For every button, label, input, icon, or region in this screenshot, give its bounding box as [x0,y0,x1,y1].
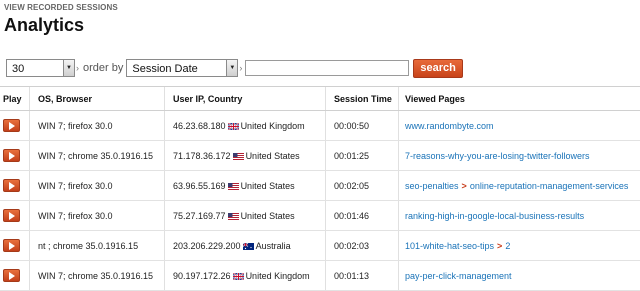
play-button[interactable] [3,119,20,132]
country-name: United States [245,150,300,161]
play-cell [0,230,30,261]
chevron-right-icon: › [239,63,243,73]
search-button[interactable]: search [413,58,463,78]
table-row[interactable]: WIN 7; chrome 35.0.1916.15 90.197.172.26… [0,260,640,291]
session-time-cell: 00:01:13 [325,260,399,291]
breadcrumb[interactable]: VIEW RECORDED SESSIONS [4,3,118,12]
order-by-select[interactable]: Session Date ▼ [126,59,239,77]
viewed-page-link[interactable]: www.randombyte.com [405,121,494,131]
column-header-viewed-pages: Viewed Pages [398,86,640,111]
search-input[interactable] [245,60,410,76]
table-header-row: Play OS, Browser User IP, Country Sessio… [0,86,640,111]
country-name: Australia [255,240,291,251]
user-ip-cell: 63.96.55.169 United States [164,170,326,201]
viewed-page-link[interactable]: 7-reasons-why-you-are-losing-twitter-fol… [405,151,590,161]
table-row[interactable]: WIN 7; firefox 30.0 46.23.68.180 United K… [0,110,640,141]
table-row[interactable]: nt ; chrome 35.0.1916.15 203.206.229.200… [0,230,640,261]
column-header-play: Play [0,86,30,111]
order-by-label: order by [83,62,124,74]
table-row[interactable]: WIN 7; firefox 30.0 63.96.55.169 United S… [0,170,640,201]
column-header-user-ip: User IP, Country [164,86,326,111]
ip-address: 71.178.36.172 [173,150,231,161]
user-ip-cell: 203.206.229.200 Australia [164,230,326,261]
us-flag-icon [227,182,239,190]
os-browser-cell: WIN 7; firefox 30.0 [29,170,165,201]
table-row[interactable]: WIN 7; chrome 35.0.1916.15 71.178.36.172… [0,140,640,171]
os-browser-cell: WIN 7; chrome 35.0.1916.15 [29,260,165,291]
viewed-pages-cell: 7-reasons-why-you-are-losing-twitter-fol… [398,140,640,171]
viewed-page-link[interactable]: online-reputation-management-services [470,181,629,191]
play-icon [9,151,15,160]
play-button[interactable] [3,149,20,162]
viewed-page-link[interactable]: ranking-high-in-google-local-business-re… [405,211,584,221]
os-browser-cell: WIN 7; firefox 30.0 [29,200,165,231]
ip-address: 90.197.172.26 [173,270,231,281]
page-size-select[interactable]: 30 ▼ [6,59,75,77]
chevron-right-icon: › [76,63,79,73]
play-button[interactable] [3,179,20,192]
play-icon [9,181,15,190]
play-cell [0,110,30,141]
session-time-cell: 00:01:46 [325,200,399,231]
play-button[interactable] [3,239,20,252]
play-icon [9,121,15,130]
play-icon [9,241,15,250]
au-flag-icon [242,242,254,250]
chevron-down-icon[interactable]: ▼ [63,60,74,76]
session-time-cell: 00:01:25 [325,140,399,171]
order-by-value: Session Date [132,63,198,75]
ip-address: 63.96.55.169 [173,180,226,191]
play-button[interactable] [3,269,20,282]
column-header-session-time: Session Time [325,86,399,111]
filter-toolbar: 30 ▼ › order by Session Date ▼ › search [6,58,463,78]
table-row[interactable]: WIN 7; firefox 30.0 75.27.169.77 United S… [0,200,640,231]
viewed-page-link[interactable]: pay-per-click-management [405,271,512,281]
page-separator-icon: > [497,240,503,251]
sessions-table: Play OS, Browser User IP, Country Sessio… [0,86,640,291]
page-size-value: 30 [12,63,25,75]
user-ip-cell: 90.197.172.26 United Kingdom [164,260,326,291]
os-browser-cell: WIN 7; firefox 30.0 [29,110,165,141]
viewed-pages-cell: seo-penalties > online-reputation-manageme… [398,170,640,201]
play-button[interactable] [3,209,20,222]
viewed-page-link[interactable]: seo-penalties [405,181,459,191]
country-name: United Kingdom [240,120,305,131]
user-ip-cell: 71.178.36.172 United States [164,140,326,171]
column-header-os-browser: OS, Browser [29,86,165,111]
play-cell [0,260,30,291]
chevron-down-icon[interactable]: ▼ [226,60,238,76]
country-name: United States [240,210,295,221]
page-separator-icon: > [461,180,467,191]
us-flag-icon [232,152,244,160]
os-browser-cell: WIN 7; chrome 35.0.1916.15 [29,140,165,171]
viewed-pages-cell: 101-white-hat-seo-tips >2 [398,230,640,261]
play-cell [0,200,30,231]
country-name: United States [240,180,295,191]
ip-address: 46.23.68.180 [173,120,226,131]
play-icon [9,271,15,280]
os-browser-cell: nt ; chrome 35.0.1916.15 [29,230,165,261]
session-time-cell: 00:00:50 [325,110,399,141]
viewed-page-link[interactable]: 101-white-hat-seo-tips [405,241,494,251]
ip-address: 75.27.169.77 [173,210,226,221]
uk-flag-icon [227,121,239,131]
uk-flag-icon [232,271,244,281]
viewed-page-link[interactable]: 2 [505,241,510,251]
ip-address: 203.206.229.200 [173,240,241,251]
user-ip-cell: 75.27.169.77 United States [164,200,326,231]
country-name: United Kingdom [245,270,310,281]
play-icon [9,211,15,220]
session-time-cell: 00:02:05 [325,170,399,201]
us-flag-icon [227,212,239,220]
session-time-cell: 00:02:03 [325,230,399,261]
viewed-pages-cell: pay-per-click-management [398,260,640,291]
user-ip-cell: 46.23.68.180 United Kingdom [164,110,326,141]
viewed-pages-cell: www.randombyte.com [398,110,640,141]
play-cell [0,170,30,201]
page-title: Analytics [4,15,85,35]
viewed-pages-cell: ranking-high-in-google-local-business-re… [398,200,640,231]
play-cell [0,140,30,171]
